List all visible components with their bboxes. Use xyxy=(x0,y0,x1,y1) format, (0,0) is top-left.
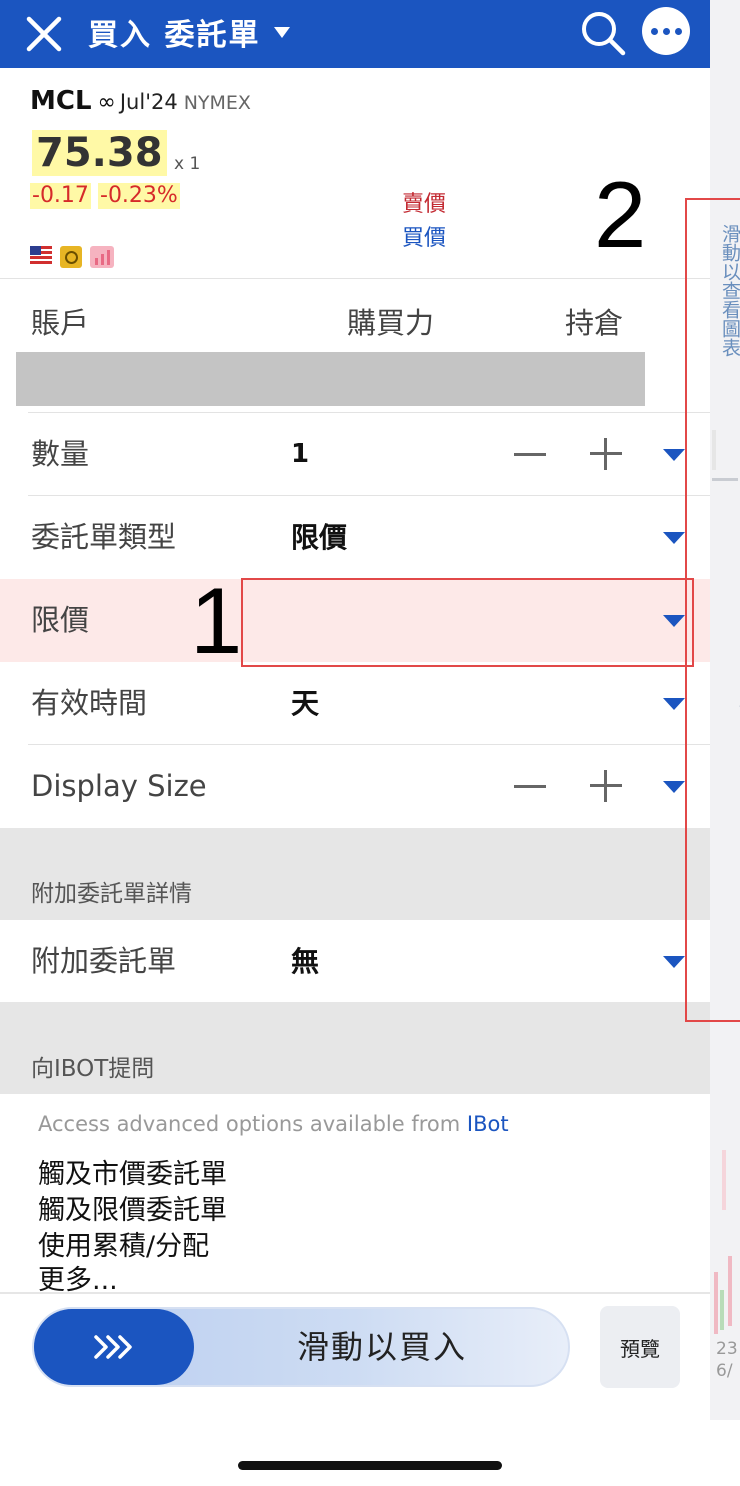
chevrons-right-icon xyxy=(94,1335,132,1359)
caret-down-icon xyxy=(274,26,291,38)
slide-to-buy-label: 滑動以買入 xyxy=(296,1328,467,1366)
ibot-link[interactable]: IBot xyxy=(467,1112,509,1136)
bid-label: 買價 xyxy=(402,226,447,251)
buying-power-header: 購買力 xyxy=(347,306,435,340)
time-in-force-row[interactable]: 有效時間 天 xyxy=(0,662,710,745)
dropdown-icon[interactable] xyxy=(663,956,685,968)
last-price: 75.38 xyxy=(32,130,167,176)
display-size-label: Display Size xyxy=(31,769,207,803)
decrement-button[interactable] xyxy=(514,785,546,788)
position-header: 持倉 xyxy=(565,306,624,340)
time-in-force-label: 有效時間 xyxy=(31,686,148,720)
header-bar: 買入 委託單 xyxy=(0,0,710,68)
annotation-box-1 xyxy=(241,578,694,667)
attached-order-label: 附加委託單 xyxy=(31,944,177,978)
multiplier: x 1 xyxy=(174,154,201,174)
order-type-row[interactable]: 委託單類型 限價 xyxy=(0,496,710,579)
contract-header[interactable]: MCL ∞ Jul'24 NYMEX xyxy=(30,86,251,116)
symbol: MCL xyxy=(30,86,92,116)
price-change: -0.17 xyxy=(30,183,91,209)
account-header: 賬戶 xyxy=(31,306,90,340)
quantity-row: 數量 1 xyxy=(0,413,710,496)
mini-chart-bar xyxy=(728,1256,732,1326)
dropdown-icon[interactable] xyxy=(663,698,685,710)
ibot-intro-text: Access advanced options available from xyxy=(38,1112,461,1136)
ibot-suggestion[interactable]: 觸及限價委託單 xyxy=(38,1194,227,1228)
ibot-section-title: 向IBOT提問 xyxy=(31,1056,155,1082)
time-in-force-value[interactable]: 天 xyxy=(291,662,319,745)
infinity-icon: ∞ xyxy=(97,90,116,115)
slider-knob[interactable] xyxy=(34,1309,194,1385)
mini-chart-bar xyxy=(720,1290,724,1330)
quantity-input[interactable]: 1 xyxy=(291,413,309,496)
more-icon-dot xyxy=(662,27,670,35)
home-indicator[interactable] xyxy=(238,1461,502,1470)
search-button[interactable] xyxy=(578,8,628,58)
increment-button[interactable] xyxy=(590,438,622,470)
more-icon xyxy=(650,27,658,35)
divider xyxy=(0,278,710,279)
chart-icon xyxy=(90,246,114,268)
attached-section-title: 附加委託單詳情 xyxy=(31,881,192,907)
preview-button[interactable]: 預覽 xyxy=(600,1306,680,1388)
close-button[interactable] xyxy=(22,12,66,56)
close-icon xyxy=(26,16,62,52)
more-icon-dot xyxy=(674,27,682,35)
mini-chart-bar xyxy=(714,1272,718,1334)
ibot-more-link[interactable]: 更多... xyxy=(38,1264,118,1292)
dropdown-icon[interactable] xyxy=(663,449,685,461)
limit-price-label: 限價 xyxy=(31,603,90,637)
decrement-button[interactable] xyxy=(514,453,546,456)
search-icon xyxy=(582,12,626,56)
ibot-suggestion[interactable]: 觸及市價委託單 xyxy=(38,1158,227,1192)
attached-order-value[interactable]: 無 xyxy=(291,920,319,1003)
account-row-redacted[interactable] xyxy=(16,352,645,406)
divider xyxy=(0,1292,710,1294)
display-size-row: Display Size xyxy=(0,745,710,828)
mini-chart-bar xyxy=(722,1150,726,1210)
attached-order-row[interactable]: 附加委託單 無 xyxy=(0,920,710,1003)
chart-tick-label: 23 xyxy=(716,1339,738,1359)
order-type-value[interactable]: 限價 xyxy=(291,496,347,579)
ibot-suggestion[interactable]: 使用累積/分配 xyxy=(38,1230,209,1264)
order-type-label: 委託單類型 xyxy=(31,520,177,554)
price-change-pct: -0.23% xyxy=(98,183,180,209)
clock-icon xyxy=(60,246,82,268)
order-type-selector[interactable]: 買入 委託單 xyxy=(88,12,291,53)
increment-button[interactable] xyxy=(590,770,622,802)
annotation-label-2: 2 xyxy=(594,162,647,267)
more-button[interactable] xyxy=(642,7,690,55)
ibot-intro: Access advanced options available from I… xyxy=(38,1112,509,1136)
exchange: NYMEX xyxy=(183,92,251,114)
ask-label: 賣價 xyxy=(402,192,447,217)
dropdown-icon[interactable] xyxy=(663,532,685,544)
page-title: 買入 委託單 xyxy=(88,18,261,53)
expiry: Jul'24 xyxy=(119,90,178,114)
dropdown-icon[interactable] xyxy=(663,781,685,793)
chart-axis-label: 23 6/ xyxy=(716,1338,738,1382)
quantity-label: 數量 xyxy=(31,437,90,471)
slide-to-buy-slider[interactable]: 滑動以買入 xyxy=(32,1307,570,1387)
chart-tick-label: 6/ xyxy=(716,1361,733,1381)
annotation-label-1: 1 xyxy=(190,568,243,673)
us-flag-icon xyxy=(30,246,52,264)
annotation-box-2 xyxy=(685,198,740,1022)
